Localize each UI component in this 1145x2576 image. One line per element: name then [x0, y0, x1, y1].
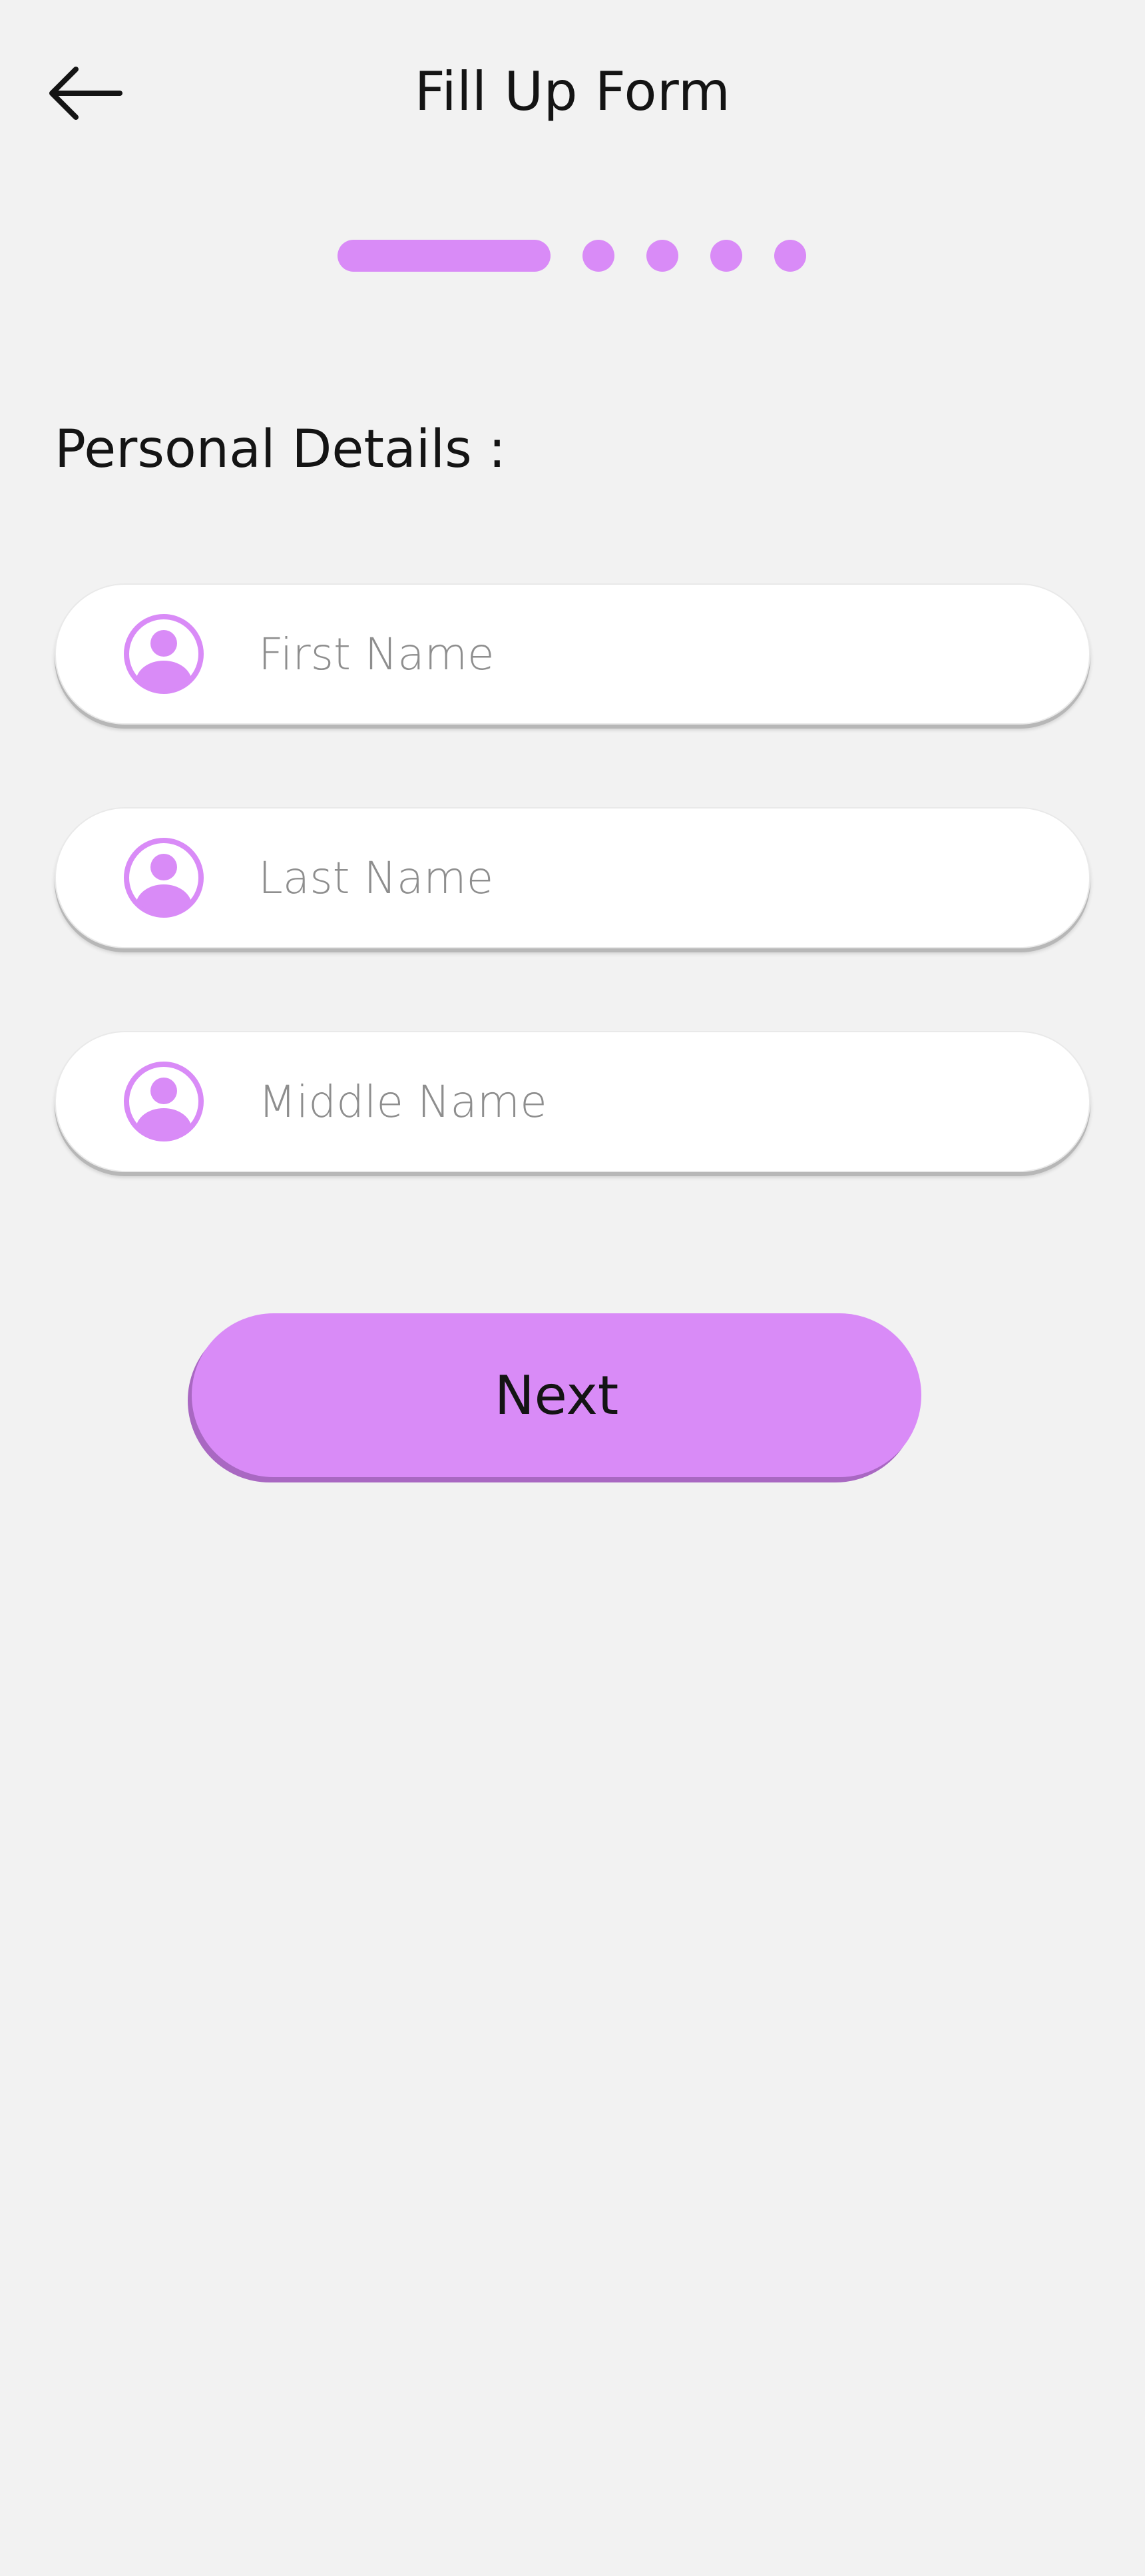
next-button[interactable]: Next [192, 1313, 921, 1477]
last-name-field[interactable] [55, 807, 1090, 948]
middle-name-field[interactable] [55, 1031, 1090, 1172]
step-indicator-dot [582, 240, 614, 272]
step-indicator-dot [710, 240, 742, 272]
user-icon [122, 613, 205, 695]
middle-name-input[interactable] [258, 1032, 1024, 1171]
last-name-input[interactable] [258, 808, 1024, 947]
step-indicator-dot [774, 240, 806, 272]
progress-stepper [338, 240, 806, 272]
section-heading: Personal Details : [55, 420, 506, 480]
first-name-field[interactable] [55, 583, 1090, 725]
page-title: Fill Up Form [414, 61, 731, 123]
first-name-input[interactable] [258, 585, 1024, 723]
step-indicator-dot [646, 240, 678, 272]
step-indicator-active [338, 240, 551, 272]
user-icon [122, 836, 205, 919]
user-icon [122, 1060, 205, 1143]
